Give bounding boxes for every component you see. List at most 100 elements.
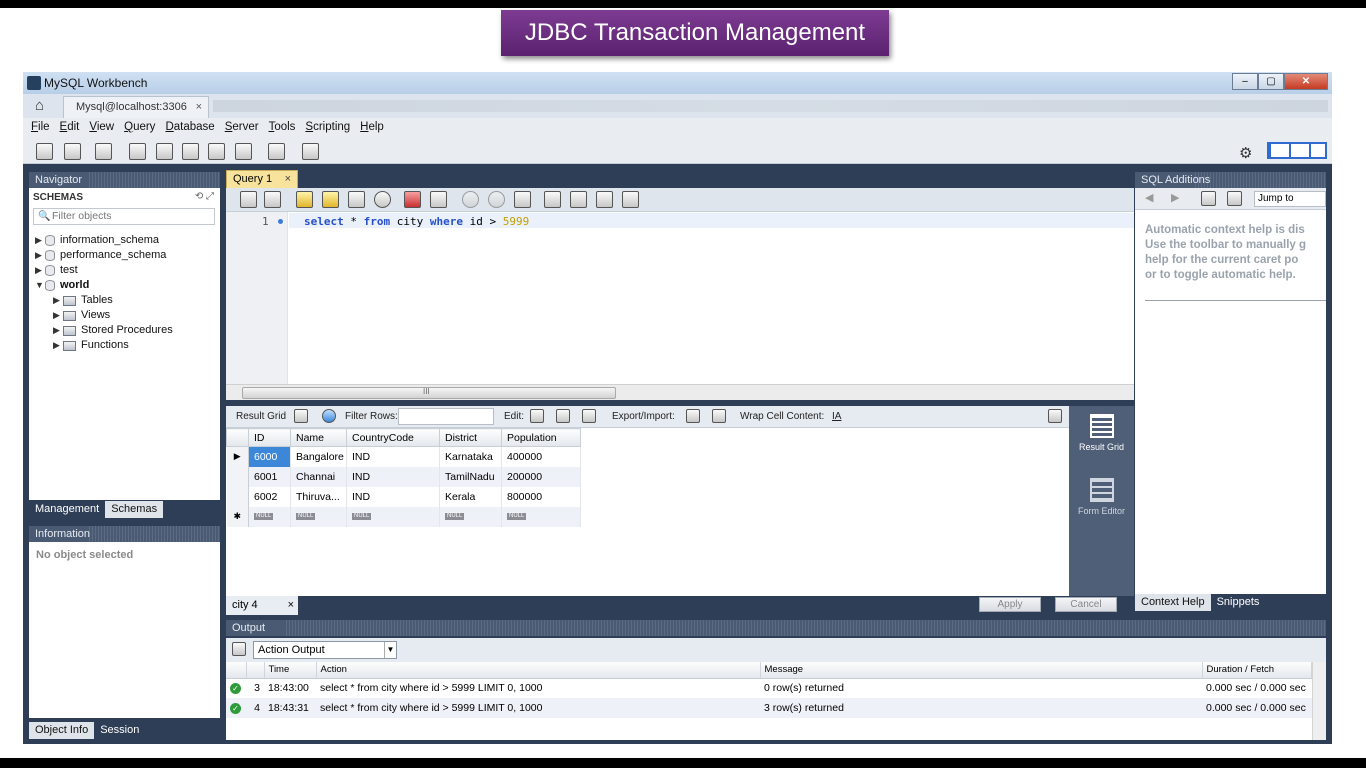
result-grid-rail-button[interactable]: Result Grid [1069, 414, 1134, 452]
grid-cell[interactable]: 400000 [501, 446, 581, 467]
tab-context-help[interactable]: Context Help [1135, 594, 1211, 611]
filter-objects-input[interactable]: 🔍 Filter objects [33, 208, 215, 225]
menu-help[interactable]: Help [360, 118, 391, 138]
grid-cell[interactable]: NULL [439, 506, 502, 527]
manual-help-icon[interactable] [1201, 191, 1216, 206]
grid-cell[interactable]: TamilNadu [439, 466, 502, 487]
refresh-schemas-icon[interactable]: ⟲ ⤢ [195, 191, 214, 202]
grid-layout-icon[interactable] [294, 409, 308, 423]
menu-view[interactable]: View [89, 118, 121, 138]
filter-rows-input[interactable] [398, 408, 494, 425]
tab-session[interactable]: Session [94, 722, 145, 739]
settings-icon[interactable]: ⚙ [1239, 144, 1252, 162]
grid-cell[interactable]: Channai [290, 466, 347, 487]
minimize-button[interactable]: – [1232, 73, 1258, 90]
sql-editor[interactable]: 1 select * from city where id > 5999 [226, 212, 1134, 384]
stop-icon[interactable] [374, 191, 391, 208]
close-query-tab-icon[interactable]: × [285, 171, 291, 187]
scrollbar-thumb[interactable]: III [242, 387, 616, 399]
export-icon[interactable] [686, 409, 700, 423]
table-row[interactable]: ▶ 6000 Bangalore IND Karnataka 400000 [226, 446, 581, 467]
menu-scripting[interactable]: Scripting [305, 118, 357, 138]
tab-object-info[interactable]: Object Info [29, 722, 95, 739]
menu-edit[interactable]: Edit [60, 118, 87, 138]
col-name[interactable]: Name [290, 428, 347, 447]
grid-cell[interactable]: IND [346, 446, 440, 467]
col-message[interactable]: Message [760, 662, 1203, 679]
autocommit-icon[interactable] [514, 191, 531, 208]
expand-arrow-icon[interactable]: ▶ [35, 263, 45, 278]
open-sql-script-icon[interactable] [64, 143, 81, 160]
stop-on-error-icon[interactable] [404, 191, 421, 208]
schema-test[interactable]: ▶ test [35, 263, 78, 278]
layout-toggle-icon[interactable] [1267, 142, 1327, 159]
explain-icon[interactable] [348, 191, 365, 208]
menu-query[interactable]: Query [124, 118, 162, 138]
close-tab-icon[interactable]: × [196, 97, 202, 117]
world-stored-procedures[interactable]: ▶ Stored Procedures [53, 323, 173, 338]
insert-row-icon[interactable] [556, 409, 570, 423]
grid-cell[interactable]: Thiruva... [290, 486, 347, 507]
grid-cell[interactable]: 800000 [501, 486, 581, 507]
back-icon[interactable]: ◀ [1145, 191, 1153, 204]
toggle-grid-icon[interactable] [430, 191, 447, 208]
expand-arrow-icon[interactable]: ▶ [53, 293, 63, 308]
forward-icon[interactable]: ▶ [1171, 191, 1179, 204]
table-row[interactable]: 6001 Channai IND TamilNadu 200000 [226, 466, 581, 487]
find-icon[interactable] [570, 191, 587, 208]
list-item[interactable]: ✓ 4 18:43:31 select * from city where id… [226, 698, 1312, 718]
maximize-button[interactable]: ▢ [1258, 73, 1284, 90]
save-icon[interactable] [264, 191, 281, 208]
output-vertical-scrollbar[interactable] [1312, 662, 1326, 740]
close-result-tab-icon[interactable]: × [288, 596, 294, 615]
sql-statement[interactable]: select * from city where id > 5999 [304, 215, 529, 228]
schema-performance-schema[interactable]: ▶ performance_schema [35, 248, 166, 263]
col-population[interactable]: Population [501, 428, 581, 447]
expand-arrow-icon[interactable]: ▶ [35, 233, 45, 248]
connection-tab[interactable]: Mysql@localhost:3306 × [63, 96, 209, 118]
grid-cell[interactable]: 6002 [248, 486, 291, 507]
menu-server[interactable]: Server [225, 118, 266, 138]
beautify-icon[interactable] [544, 191, 561, 208]
list-item[interactable]: ✓ 3 18:43:00 select * from city where id… [226, 678, 1312, 698]
grid-cell[interactable]: 6001 [248, 466, 291, 487]
new-sql-tab-icon[interactable] [36, 143, 53, 160]
output-type-select[interactable]: Action Output ▼ [253, 641, 397, 659]
schema-information-schema[interactable]: ▶ information_schema [35, 233, 159, 248]
col-district[interactable]: District [439, 428, 502, 447]
wrap-lines-icon[interactable] [622, 191, 639, 208]
delete-row-icon[interactable] [582, 409, 596, 423]
menu-tools[interactable]: Tools [269, 118, 303, 138]
chevron-down-icon[interactable]: ▼ [384, 642, 396, 658]
grid-cell[interactable]: NULL [346, 506, 440, 527]
grid-cell[interactable]: Karnataka [439, 446, 502, 467]
inspector-icon[interactable] [95, 143, 112, 160]
world-views[interactable]: ▶ Views [53, 308, 110, 323]
create-table-icon[interactable] [156, 143, 173, 160]
tab-management[interactable]: Management [29, 501, 105, 518]
col-id[interactable]: ID [248, 428, 291, 447]
auto-help-icon[interactable] [1227, 191, 1242, 206]
expand-arrow-icon[interactable]: ▶ [35, 248, 45, 263]
grid-cell[interactable]: IND [346, 466, 440, 487]
create-schema-icon[interactable] [129, 143, 146, 160]
col-time[interactable]: Time [264, 662, 317, 679]
import-icon[interactable] [712, 409, 726, 423]
close-button[interactable]: ✕ [1284, 73, 1328, 90]
grid-cell[interactable]: Kerala [439, 486, 502, 507]
create-function-icon[interactable] [235, 143, 252, 160]
col-duration[interactable]: Duration / Fetch [1202, 662, 1312, 679]
open-file-icon[interactable] [240, 191, 257, 208]
apply-button[interactable]: Apply [979, 597, 1041, 612]
grid-cell[interactable]: NULL [248, 506, 291, 527]
create-view-icon[interactable] [182, 143, 199, 160]
table-row[interactable]: 6002 Thiruva... IND Kerala 800000 [226, 486, 581, 507]
cancel-button[interactable]: Cancel [1055, 597, 1117, 612]
world-tables[interactable]: ▶ Tables [53, 293, 113, 308]
tab-snippets[interactable]: Snippets [1211, 594, 1266, 611]
grid-cell[interactable]: IND [346, 486, 440, 507]
home-icon[interactable]: ⌂ [35, 98, 51, 114]
grid-cell[interactable]: NULL [290, 506, 347, 527]
edit-row-icon[interactable] [530, 409, 544, 423]
menu-file[interactable]: File [31, 118, 57, 138]
